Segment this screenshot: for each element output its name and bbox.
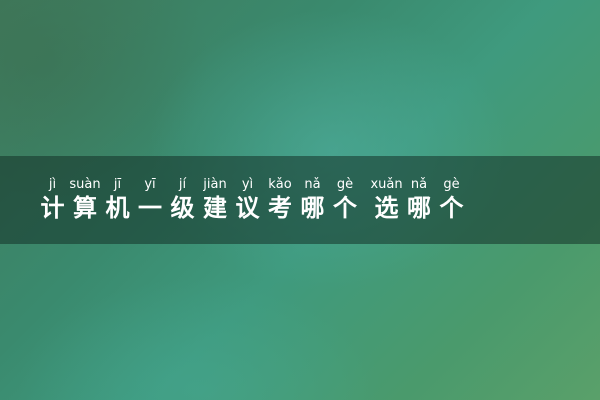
title-character: jì 计 <box>38 176 67 223</box>
title-character: xuǎn 选 <box>370 176 403 223</box>
title-character: jī 机 <box>103 176 132 223</box>
hanzi-character: 哪 <box>300 194 325 222</box>
pinyin-label: nǎ <box>410 177 428 192</box>
title-character: jí 级 <box>168 176 197 223</box>
hanzi-character: 考 <box>268 194 292 222</box>
pinyin-label: jì <box>48 177 57 192</box>
title-character: suàn 算 <box>69 176 101 223</box>
hanzi-character: 级 <box>170 194 195 222</box>
page-title: jì 计 suàn 算 jī 机 yī 一 jí 级 jiàn 建 yì 议 k… <box>38 176 598 223</box>
title-character: gè 个 <box>331 176 360 223</box>
hanzi-character: 算 <box>73 194 97 222</box>
pinyin-label: yī <box>144 177 156 192</box>
pinyin-label: jiàn <box>203 177 227 192</box>
hanzi-character: 哪 <box>407 194 431 222</box>
pinyin-label: xuǎn <box>370 177 403 192</box>
hanzi-character: 议 <box>235 194 260 222</box>
title-character: yì 议 <box>233 176 262 223</box>
pinyin-label: gè <box>336 177 354 192</box>
hanzi-character: 个 <box>333 194 357 222</box>
pinyin-label: yì <box>241 177 254 192</box>
pinyin-label: gè <box>443 177 460 192</box>
pinyin-label: kǎo <box>268 177 292 192</box>
title-character: nǎ 哪 <box>298 176 327 223</box>
title-character: yī 一 <box>136 176 165 223</box>
hanzi-character: 机 <box>105 194 130 222</box>
hanzi-character: 选 <box>374 194 399 222</box>
pinyin-label: nǎ <box>304 177 321 192</box>
pinyin-label: jī <box>113 177 122 192</box>
pinyin-label: jí <box>178 177 187 192</box>
title-character: gè 个 <box>437 176 466 223</box>
title-character: kǎo 考 <box>266 176 295 223</box>
hanzi-character: 一 <box>138 194 162 222</box>
hanzi-character: 个 <box>439 194 464 222</box>
pinyin-label: suàn <box>69 177 101 192</box>
hanzi-character: 计 <box>40 194 65 222</box>
hanzi-character: 建 <box>203 194 227 222</box>
title-character: jiàn 建 <box>201 176 230 223</box>
title-character: nǎ 哪 <box>405 176 434 223</box>
